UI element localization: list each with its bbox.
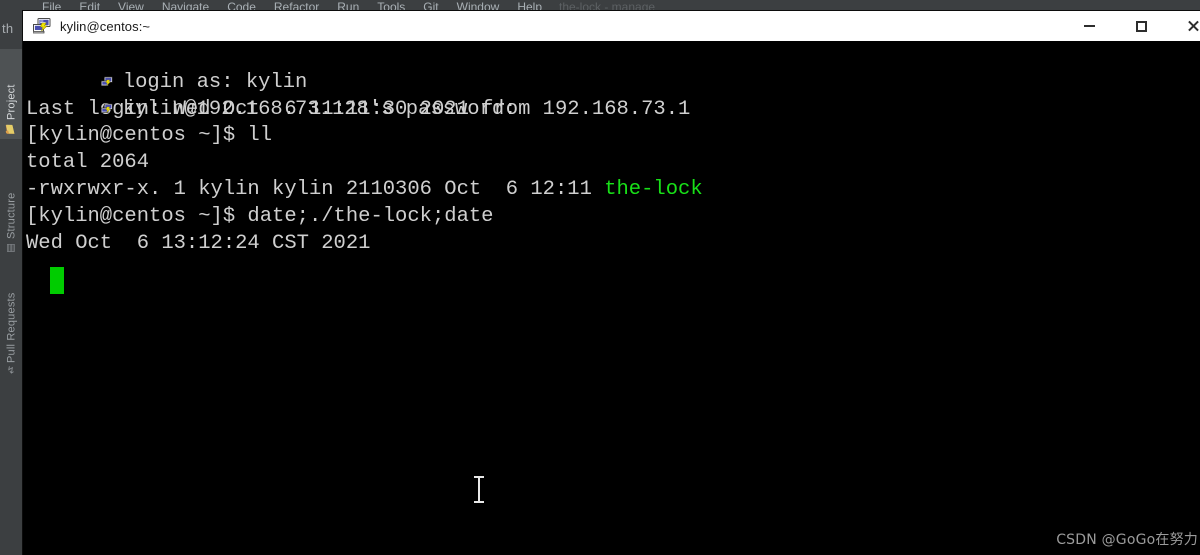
menu-item-refactor[interactable]: Refactor xyxy=(265,1,328,11)
menu-item-git[interactable]: Git xyxy=(414,1,447,11)
sidebar-item-structure[interactable]: ▤ Structure xyxy=(0,161,23,257)
minimize-button[interactable] xyxy=(1066,11,1112,41)
terminal-line: -rwxrwxr-x. 1 kylin kylin 2110306 Oct 6 … xyxy=(26,177,1200,204)
menu-item-edit[interactable]: Edit xyxy=(70,1,109,11)
putty-computer-icon xyxy=(100,103,113,113)
terminal-line: login as: kylin xyxy=(26,43,1200,94)
minimize-icon xyxy=(1083,25,1095,27)
close-button[interactable] xyxy=(1170,11,1200,41)
menu-item-code[interactable]: Code xyxy=(218,1,265,11)
menu-item-window[interactable]: Window xyxy=(448,1,509,11)
ibeam-bottom-cap xyxy=(474,501,484,503)
terminal-line-text: Wed Oct 6 13:12:24 CST 2021 xyxy=(26,231,371,255)
terminal-output-area[interactable]: login as: kylin kylin@192.168.73.128's p… xyxy=(23,41,1200,555)
putty-computer-icon xyxy=(100,76,113,86)
close-icon xyxy=(1187,20,1199,32)
sidebar-item-structure-label: Structure xyxy=(5,192,18,239)
terminal-title-text: kylin@centos:~ xyxy=(60,18,151,34)
terminal-line-text: -rwxrwxr-x. 1 kylin kylin 2110306 Oct 6 … xyxy=(26,177,605,201)
ide-background-text: th xyxy=(2,21,14,36)
terminal-line: total 2064 xyxy=(26,150,1200,177)
menu-item-run[interactable]: Run xyxy=(328,1,368,11)
pull-request-icon: ↯ xyxy=(7,365,16,377)
text-ibeam-cursor xyxy=(473,475,486,504)
menu-item-view[interactable]: View xyxy=(109,1,153,11)
terminal-line: [kylin@centos ~]$ ll xyxy=(26,123,1200,150)
ibeam-stem xyxy=(478,477,480,502)
sidebar-item-project-label: Project xyxy=(5,83,18,120)
sidebar-item-project[interactable]: 📁 Project xyxy=(0,49,23,139)
menu-item-file[interactable]: File xyxy=(33,1,70,11)
structure-icon: ▤ xyxy=(5,242,18,254)
sidebar-item-pull-requests[interactable]: ↯ Pull Requests xyxy=(0,269,23,379)
menu-item-navigate[interactable]: Navigate xyxy=(153,1,218,11)
terminal-block-cursor xyxy=(50,267,64,294)
terminal-line: Wed Oct 6 13:12:24 CST 2021 xyxy=(26,231,1200,258)
menu-item-help[interactable]: Help xyxy=(508,1,551,11)
terminal-line-text: Last login: Wed Oct 6 11:11:30 2021 from… xyxy=(26,97,691,121)
putty-computer-icon xyxy=(33,18,51,34)
ide-project-title: the-lock - manage xyxy=(559,0,656,11)
folder-icon: 📁 xyxy=(5,123,18,135)
maximize-icon xyxy=(1135,20,1147,32)
ide-left-tool-strip: 📁 Project ▤ Structure ↯ Pull Requests xyxy=(0,11,23,555)
maximize-button[interactable] xyxy=(1118,11,1164,41)
menu-item-tools[interactable]: Tools xyxy=(368,1,414,11)
ide-menu-bar: File Edit View Navigate Code Refactor Ru… xyxy=(0,0,1200,11)
terminal-line-text: total 2064 xyxy=(26,151,150,175)
putty-terminal-window[interactable]: kylin@centos:~ login as: kylin kylin@192… xyxy=(23,11,1200,555)
terminal-line: [kylin@centos ~]$ date;./the-lock;date xyxy=(26,204,1200,231)
sidebar-item-pull-requests-label: Pull Requests xyxy=(5,292,18,364)
terminal-line-text: [kylin@centos ~]$ date;./the-lock;date xyxy=(26,204,494,228)
terminal-executable-filename: the-lock xyxy=(604,177,703,201)
terminal-title-bar[interactable]: kylin@centos:~ xyxy=(23,11,1200,42)
terminal-line-text: login as: kylin xyxy=(122,70,308,94)
terminal-line: Last login: Wed Oct 6 11:11:30 2021 from… xyxy=(26,97,1200,124)
watermark: CSDN @GoGo在努力 xyxy=(1056,532,1198,548)
terminal-line-text: [kylin@centos ~]$ ll xyxy=(26,124,273,148)
